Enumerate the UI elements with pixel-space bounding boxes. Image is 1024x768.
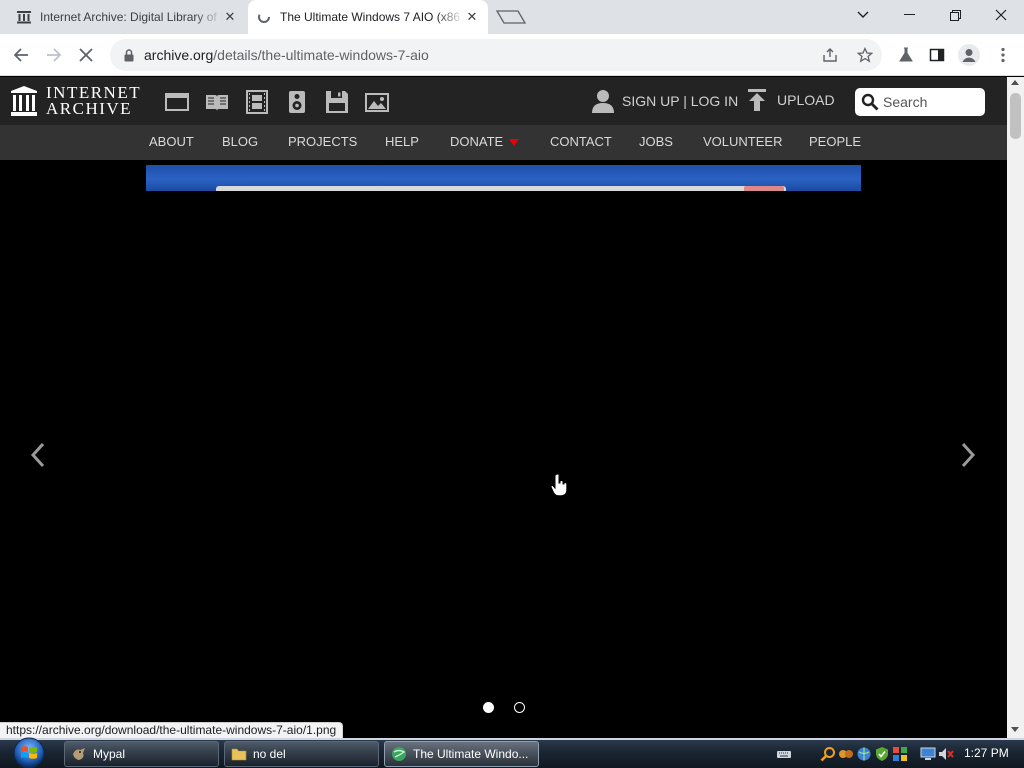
taskbar-mypal[interactable]: Mypal [64, 741, 219, 767]
nav-contact[interactable]: CONTACT [550, 134, 612, 149]
tray-grid-icon[interactable] [892, 746, 908, 762]
software-floppy-icon[interactable] [325, 90, 349, 114]
taskbar-button-label: Mypal [93, 747, 126, 761]
search-icon[interactable] [861, 93, 879, 111]
minimize-button[interactable] [886, 0, 932, 30]
nav-blog[interactable]: BLOG [222, 134, 258, 149]
upload-arrow-icon [748, 89, 766, 111]
archive-favicon-icon [16, 9, 32, 25]
address-bar[interactable]: archive.org/details/the-ultimate-windows… [110, 39, 882, 71]
nav-people[interactable]: PEOPLE [809, 134, 861, 149]
taskbar-browser-window[interactable]: The Ultimate Windo... [384, 741, 539, 767]
browser-globe-icon [392, 747, 406, 761]
tray-volume-muted-icon[interactable] [938, 746, 954, 762]
upload-label: UPLOAD [777, 92, 835, 108]
video-film-icon[interactable] [245, 90, 269, 114]
scroll-down-arrow-icon[interactable] [1011, 727, 1019, 732]
sign-up-label: SIGN UP | LOG IN [622, 93, 739, 109]
tray-tools-icon[interactable] [838, 746, 854, 762]
scroll-up-arrow-icon[interactable] [1011, 80, 1019, 85]
tray-display-icon[interactable] [920, 746, 936, 762]
taskbar-clock[interactable]: 1:27 PM [964, 746, 1009, 760]
web-archive-icon[interactable] [165, 90, 189, 114]
link-status-bubble: https://archive.org/download/the-ultimat… [0, 722, 344, 738]
close-window-button[interactable] [978, 0, 1024, 30]
folder-icon [231, 748, 247, 761]
url-path: /details/the-ultimate-windows-7-aio [213, 47, 429, 63]
carousel-slide-image[interactable] [146, 165, 861, 191]
profile-avatar-icon[interactable] [954, 40, 984, 70]
logo-wordmark: INTERNET ARCHIVE [46, 84, 141, 118]
stop-loading-button[interactable] [71, 40, 101, 70]
mypal-app-icon [73, 748, 85, 760]
nav-donate: DONATE [450, 134, 504, 149]
slide-window-bar [216, 186, 786, 191]
image-carousel-viewer[interactable] [0, 160, 1007, 722]
tab-ultimate-windows[interactable]: The Ultimate Windows 7 AIO (x86 ✕ [248, 0, 488, 34]
taskbar-button-label: no del [253, 747, 286, 761]
slide-indicator-2[interactable] [514, 702, 525, 713]
nav-help[interactable]: HELP [385, 134, 419, 149]
nav-volunteer[interactable]: VOLUNTEER [703, 134, 782, 149]
url-text: archive.org/details/the-ultimate-windows… [144, 47, 429, 63]
tray-network-globe-icon[interactable] [856, 746, 872, 762]
site-header: INTERNET ARCHIVE SIGN UP | LOG IN UPLOAD [0, 77, 1007, 125]
logo-line-2: ARCHIVE [46, 99, 133, 118]
lock-icon[interactable] [114, 48, 144, 62]
nav-donate-wrapper[interactable]: DONATE [450, 134, 520, 149]
user-icon [592, 90, 614, 113]
images-picture-icon[interactable] [365, 90, 389, 114]
extension-flask-icon[interactable] [891, 40, 921, 70]
nav-projects[interactable]: PROJECTS [288, 134, 357, 149]
nav-about[interactable]: ABOUT [149, 134, 194, 149]
tray-search-icon[interactable] [820, 746, 836, 762]
browser-tab-strip: Internet Archive: Digital Library of Fre… [0, 0, 1024, 34]
restore-button[interactable] [932, 0, 978, 30]
back-button[interactable] [6, 40, 36, 70]
new-tab-button[interactable] [495, 8, 527, 26]
chevron-left-icon [30, 442, 45, 468]
taskbar-folder-no-del[interactable]: no del [224, 741, 379, 767]
url-host: archive.org [144, 47, 214, 63]
side-panel-icon[interactable] [922, 40, 952, 70]
tab-internet-archive[interactable]: Internet Archive: Digital Library of Fre… [8, 0, 246, 34]
tab-title: Internet Archive: Digital Library of Fre… [40, 10, 222, 24]
browser-toolbar: archive.org/details/the-ultimate-windows… [0, 34, 1024, 76]
site-search-box[interactable] [855, 88, 985, 116]
archive-building-icon [11, 86, 37, 116]
search-input[interactable] [883, 92, 981, 112]
tab-close-icon[interactable]: ✕ [464, 9, 480, 25]
windows-taskbar: Mypal no del The Ultimate Windo... 1:27 … [0, 737, 1024, 768]
chevron-right-icon [961, 442, 976, 468]
start-button[interactable] [8, 736, 50, 768]
bookmark-star-icon[interactable] [856, 46, 874, 68]
browser-menu-icon[interactable] [988, 40, 1018, 70]
taskbar-button-label: The Ultimate Windo... [413, 747, 529, 761]
next-slide-arrow[interactable] [956, 435, 980, 475]
internet-archive-logo[interactable]: INTERNET ARCHIVE [10, 84, 141, 118]
hand-cursor-icon [550, 473, 568, 497]
tab-close-icon[interactable]: ✕ [222, 9, 238, 25]
keyboard-language-icon[interactable] [776, 746, 792, 762]
site-sub-navigation: ABOUT BLOG PROJECTS HELP DONATE CONTACT … [0, 125, 1007, 160]
share-icon[interactable] [822, 47, 838, 68]
page-scrollbar[interactable] [1007, 77, 1024, 738]
tray-shield-check-icon[interactable] [874, 746, 890, 762]
texts-book-icon[interactable] [205, 90, 229, 114]
tab-title: The Ultimate Windows 7 AIO (x86 [280, 10, 461, 24]
loading-spinner-icon [256, 9, 272, 25]
previous-slide-arrow[interactable] [26, 435, 50, 475]
nav-jobs[interactable]: JOBS [639, 134, 673, 149]
slide-indicator-1[interactable] [483, 702, 494, 713]
windows-logo-icon [13, 737, 45, 768]
slide-window-close [744, 186, 784, 191]
upload-link[interactable]: UPLOAD [747, 89, 835, 111]
audio-speaker-icon[interactable] [285, 90, 309, 114]
sign-up-log-in-link[interactable]: SIGN UP | LOG IN [592, 89, 738, 113]
tab-search-chevron-icon[interactable] [840, 0, 886, 30]
donate-heart-icon [509, 139, 520, 147]
forward-button[interactable] [39, 40, 69, 70]
scroll-thumb[interactable] [1010, 93, 1021, 139]
